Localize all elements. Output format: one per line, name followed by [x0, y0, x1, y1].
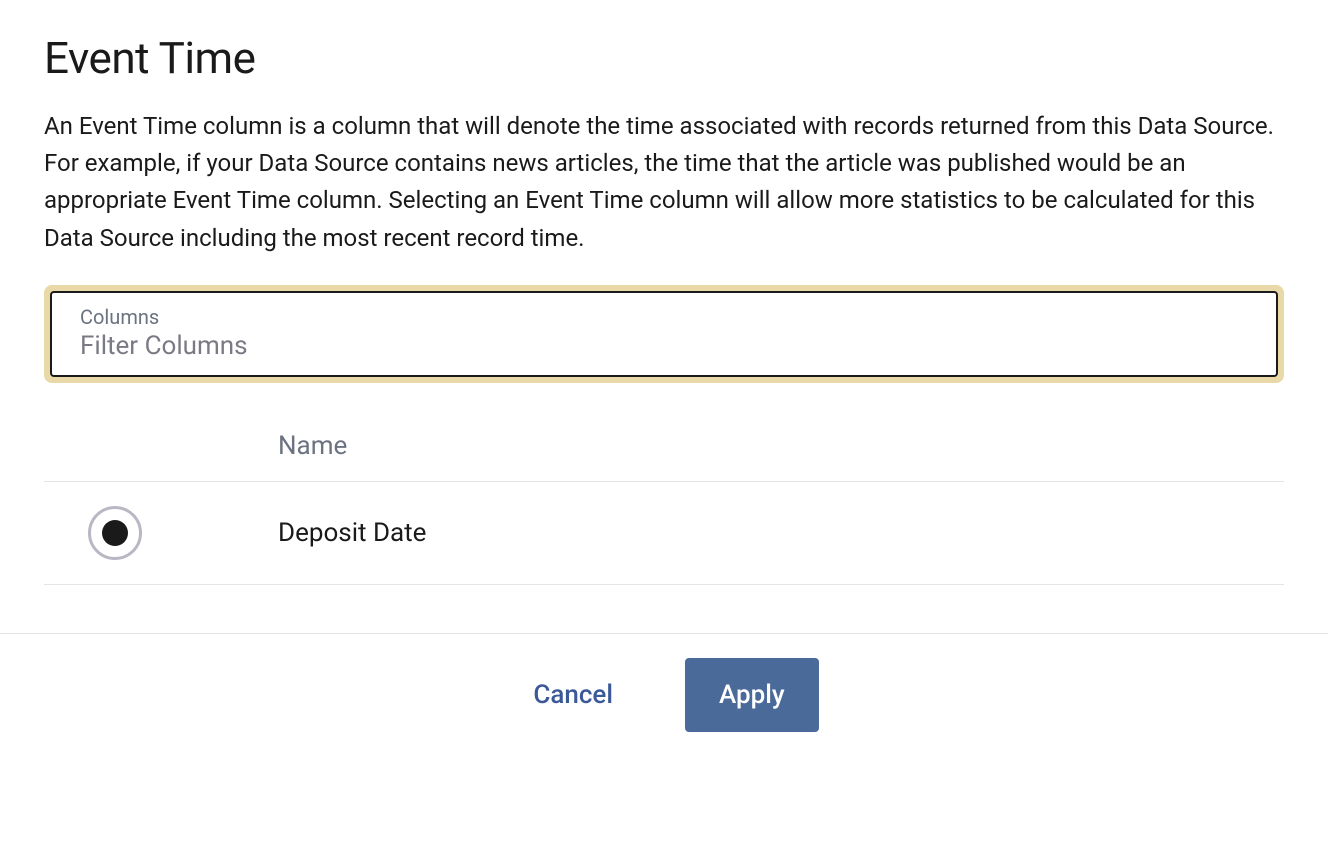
table-header-name: Name [278, 431, 347, 461]
filter-label: Columns [80, 305, 1248, 329]
page-title: Event Time [44, 32, 1284, 84]
columns-table: Name Deposit Date [44, 431, 1284, 585]
radio-dot-icon [102, 520, 128, 546]
footer: Cancel Apply [0, 633, 1328, 756]
cancel-button[interactable]: Cancel [509, 660, 637, 730]
filter-field[interactable]: Columns [50, 291, 1278, 377]
table-row[interactable]: Deposit Date [44, 482, 1284, 585]
filter-columns-input[interactable] [80, 331, 1248, 361]
radio-selected[interactable] [88, 506, 142, 560]
row-name-label: Deposit Date [278, 518, 426, 548]
filter-container: Columns [44, 285, 1284, 383]
apply-button[interactable]: Apply [685, 658, 819, 732]
description-text: An Event Time column is a column that wi… [44, 108, 1284, 257]
table-header-row: Name [44, 431, 1284, 482]
radio-cell [44, 506, 278, 560]
